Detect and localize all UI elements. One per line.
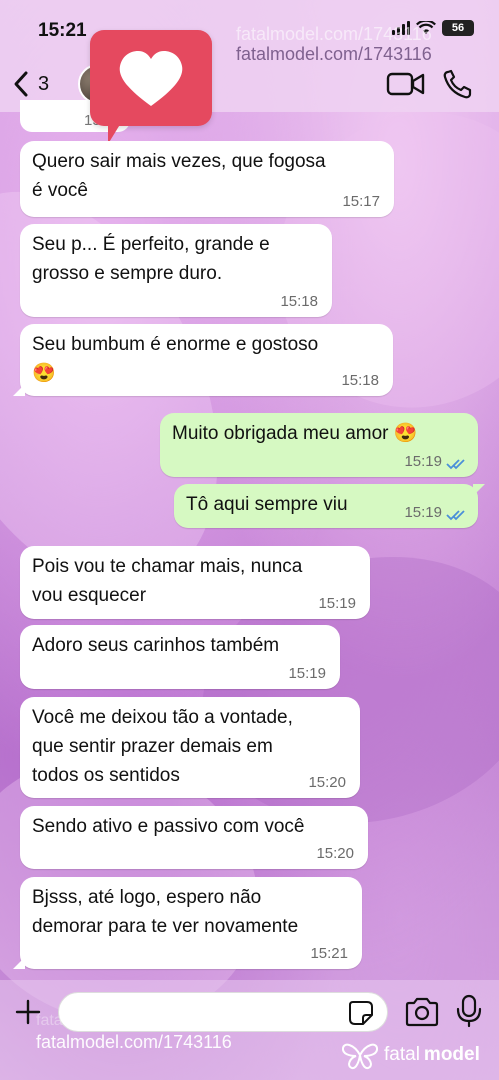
battery-icon: 56 [442, 20, 474, 36]
heart-icon [119, 51, 183, 106]
message-text-line: 😍 [32, 363, 56, 384]
brand-name-bold: model [423, 1044, 480, 1065]
watermark-url-faint: fatalmodel.com/1743116 [236, 24, 432, 44]
brand-name-light: fatal [384, 1044, 420, 1065]
message-text-line: Sendo ativo e passivo com você [32, 816, 305, 837]
message-text-line: Bjsss, até logo, espero não [32, 887, 262, 908]
message-text-line: vou esquecer [32, 585, 147, 606]
message-text-line: Você me deixou tão a vontade, [32, 707, 293, 728]
message-time: 15:17 [342, 193, 380, 210]
camera-icon[interactable] [404, 996, 440, 1028]
message-text-line: Seu p... É perfeito, grande e [32, 234, 270, 255]
message-time: 15:19 [404, 453, 442, 470]
message-bubble-incoming[interactable]: Seu bumbum é enorme e gostoso 😍 15:18 [13, 324, 393, 396]
message-text-line: é você [32, 180, 88, 201]
message-time: 15:21 [310, 945, 348, 962]
back-button[interactable]: 3 [12, 68, 72, 100]
butterfly-logo-icon [341, 1043, 379, 1070]
message-text-line: Adoro seus carinhos também [32, 635, 280, 656]
unread-count: 3 [38, 72, 50, 95]
watermark-url: fatalmodel.com/1743116 [236, 44, 432, 64]
message-time: 15:20 [308, 774, 346, 791]
video-call-icon[interactable] [386, 68, 426, 100]
brand-logo: fatal model [340, 1040, 480, 1070]
message-text-line: todos os sentidos [32, 765, 180, 786]
message-time: 15:18 [280, 293, 318, 310]
message-text-line: demorar para te ver novamente [32, 916, 299, 937]
message-input[interactable] [58, 992, 388, 1032]
message-bubble-outgoing[interactable]: Muito obrigada meu amor 😍 15:19 [160, 413, 478, 477]
phone-icon[interactable] [440, 68, 480, 100]
double-check-icon [446, 510, 465, 521]
status-time: 15:21 [38, 20, 87, 41]
message-text-line: Muito obrigada meu amor 😍 [172, 423, 418, 444]
back-chevron-icon [14, 71, 28, 97]
message-bubble-incoming[interactable]: Quero sair mais vezes, que fogosa é você… [20, 141, 394, 217]
message-bubble-incoming[interactable]: Pois vou te chamar mais, nunca vou esque… [20, 546, 370, 619]
message-time: 15:20 [316, 845, 354, 862]
message-bubble-incoming[interactable]: Seu p... É perfeito, grande e grosso e s… [20, 224, 332, 317]
message-bubble-incoming[interactable]: Adoro seus carinhos também 15:19 [20, 625, 340, 689]
watermark-brand-faint: fatal [36, 1012, 67, 1029]
message-time: 15:18 [341, 372, 379, 389]
message-bubble-incoming[interactable]: Sendo ativo e passivo com você 15:20 [20, 806, 368, 869]
double-check-icon [446, 459, 465, 470]
message-bubble-incoming[interactable]: Bjsss, até logo, espero não demorar para… [13, 877, 362, 969]
sticker-icon[interactable] [348, 1000, 374, 1026]
message-text-line: Pois vou te chamar mais, nunca [32, 556, 303, 577]
message-text-line: que sentir prazer demais em [32, 736, 273, 757]
microphone-icon[interactable] [454, 994, 484, 1028]
message-bubble-outgoing[interactable]: Tô aqui sempre viu 15:19 [174, 484, 485, 528]
watermark-url-bottom: fatalmodel.com/1743116 [36, 1032, 232, 1052]
message-text-line: grosso e sempre duro. [32, 263, 223, 284]
message-text-line: Seu bumbum é enorme e gostoso [32, 334, 319, 355]
heart-badge [90, 30, 212, 144]
message-time: 15:19 [318, 595, 356, 612]
message-time: 15:19 [288, 665, 326, 682]
message-time: 15:19 [404, 504, 442, 521]
message-text-line: Quero sair mais vezes, que fogosa [32, 151, 326, 172]
message-bubble-incoming[interactable]: Você me deixou tão a vontade, que sentir… [20, 697, 360, 798]
